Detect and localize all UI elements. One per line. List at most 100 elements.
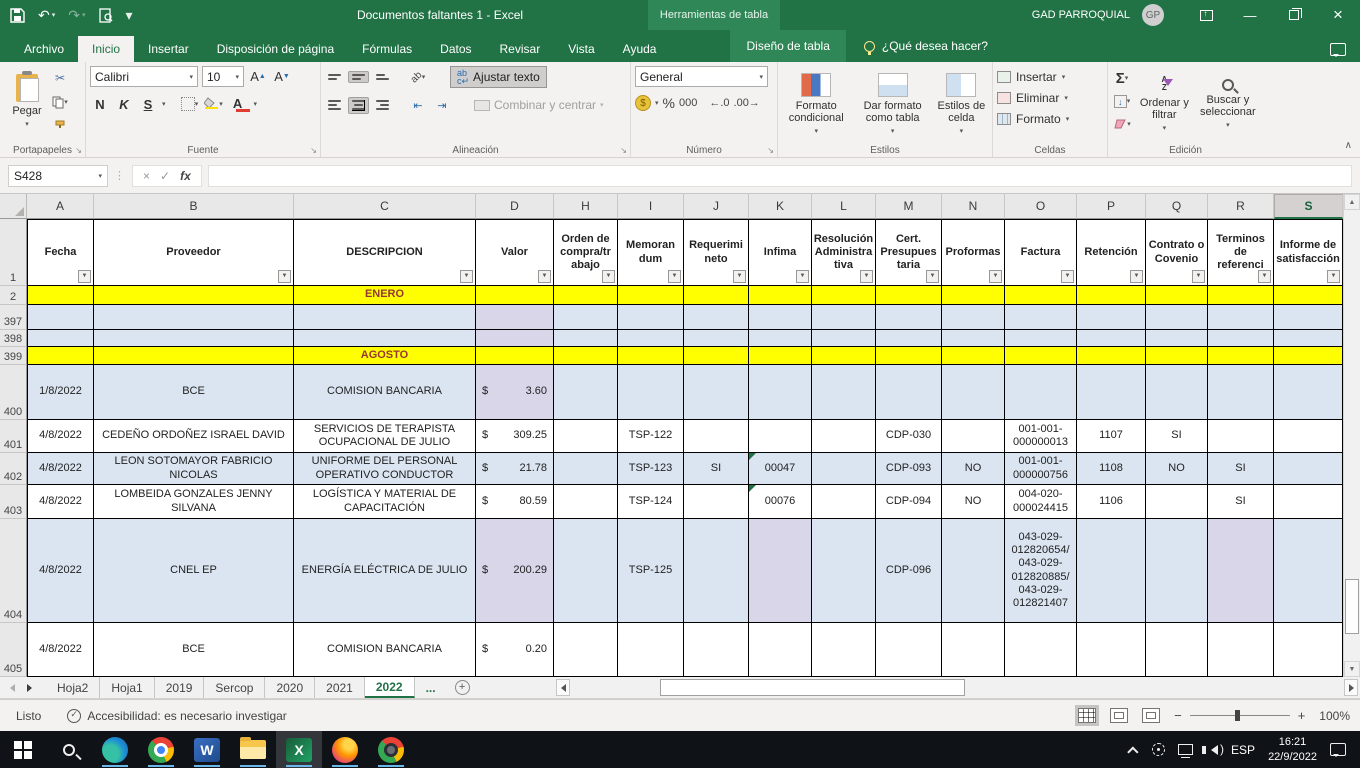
cell-M404[interactable]: CDP-096 <box>876 519 942 623</box>
redo-button[interactable]: ↷▾ <box>68 7 85 24</box>
paste-button[interactable]: Pegar▾ <box>4 66 50 136</box>
header-cell-S[interactable]: Informe de satisfacción▼ <box>1274 219 1343 286</box>
format-painter-icon[interactable] <box>50 116 70 136</box>
row-header-405[interactable]: 405 <box>0 623 27 677</box>
tab-insertar[interactable]: Insertar <box>134 36 203 62</box>
horizontal-scrollbar[interactable] <box>556 679 1358 696</box>
font-size-select[interactable]: 10▾ <box>202 66 244 87</box>
cell-N399[interactable] <box>942 347 1005 365</box>
column-header-B[interactable]: B <box>94 194 294 219</box>
cell-A398[interactable] <box>27 330 94 347</box>
cell-Q398[interactable] <box>1146 330 1208 347</box>
cell-J400[interactable] <box>684 365 749 420</box>
increase-font-icon[interactable]: A▲ <box>248 67 268 87</box>
cell-N400[interactable] <box>942 365 1005 420</box>
cell-L403[interactable] <box>812 485 876 519</box>
vertical-scrollbar[interactable]: ▲ ▼ <box>1343 194 1360 677</box>
row-header-400[interactable]: 400 <box>0 365 27 420</box>
cell-R399[interactable] <box>1208 347 1274 365</box>
cell-B403[interactable]: LOMBEIDA GONZALES JENNY SILVANA <box>94 485 294 519</box>
cell-C402[interactable]: UNIFORME DEL PERSONAL OPERATIVO CONDUCTO… <box>294 453 476 485</box>
align-top-icon[interactable] <box>325 72 344 82</box>
cell-M398[interactable] <box>876 330 942 347</box>
header-cell-A[interactable]: Fecha▼ <box>27 219 94 286</box>
cell-P404[interactable] <box>1077 519 1146 623</box>
accessibility-status[interactable]: Accesibilidad: es necesario investigar <box>67 709 286 723</box>
cell-A401[interactable]: 4/8/2022 <box>27 420 94 453</box>
sheet-tab-2021[interactable]: 2021 <box>315 677 365 698</box>
comment-icon[interactable] <box>1330 43 1346 56</box>
column-header-H[interactable]: H <box>554 194 618 219</box>
filter-dropdown-icon[interactable]: ▼ <box>989 270 1002 283</box>
filter-dropdown-icon[interactable]: ▼ <box>733 270 746 283</box>
tab-datos[interactable]: Datos <box>426 36 485 62</box>
tab-disposici-n-de-p-gina[interactable]: Disposición de página <box>203 36 348 62</box>
cell-R404[interactable] <box>1208 519 1274 623</box>
tab-archivo[interactable]: Archivo <box>10 36 78 62</box>
cell-N397[interactable] <box>942 305 1005 330</box>
cell-B404[interactable]: CNEL EP <box>94 519 294 623</box>
italic-button[interactable]: K <box>114 94 134 114</box>
decrease-font-icon[interactable]: A▼ <box>272 67 292 87</box>
cell-Q397[interactable] <box>1146 305 1208 330</box>
cell-H399[interactable] <box>554 347 618 365</box>
fill-color-icon[interactable]: ▾ <box>204 94 224 114</box>
cell-I401[interactable]: TSP-122 <box>618 420 684 453</box>
cell-O397[interactable] <box>1005 305 1077 330</box>
header-cell-J[interactable]: Requerimi neto▼ <box>684 219 749 286</box>
cell-B397[interactable] <box>94 305 294 330</box>
cell-R402[interactable]: SI <box>1208 453 1274 485</box>
undo-button[interactable]: ↶▾ <box>38 7 55 24</box>
cell-H402[interactable] <box>554 453 618 485</box>
column-header-P[interactable]: P <box>1077 194 1146 219</box>
formula-input[interactable] <box>208 165 1352 187</box>
find-select-button[interactable]: Buscar y seleccionar▾ <box>1197 66 1259 141</box>
taskbar-chrome-icon[interactable] <box>138 731 184 768</box>
tab-vista[interactable]: Vista <box>554 36 608 62</box>
filter-dropdown-icon[interactable]: ▼ <box>1130 270 1143 283</box>
tab-ayuda[interactable]: Ayuda <box>609 36 671 62</box>
cell-K400[interactable] <box>749 365 812 420</box>
filter-dropdown-icon[interactable]: ▼ <box>78 270 91 283</box>
cell-B398[interactable] <box>94 330 294 347</box>
vertical-scroll-thumb[interactable] <box>1345 579 1359 634</box>
header-cell-K[interactable]: Infima▼ <box>749 219 812 286</box>
cell-H404[interactable] <box>554 519 618 623</box>
cell-J398[interactable] <box>684 330 749 347</box>
cell-Q403[interactable] <box>1146 485 1208 519</box>
column-header-O[interactable]: O <box>1005 194 1077 219</box>
fill-button[interactable]: ↓▾ <box>1112 91 1132 111</box>
cell-S403[interactable] <box>1274 485 1343 519</box>
sheet-tab-hoja2[interactable]: Hoja2 <box>46 677 100 698</box>
tab-inicio[interactable]: Inicio <box>78 36 134 62</box>
page-layout-view-icon[interactable] <box>1110 708 1128 723</box>
cell-C401[interactable]: SERVICIOS DE TERAPISTA OCUPACIONAL DE JU… <box>294 420 476 453</box>
cell-D404[interactable]: $200.29 <box>476 519 554 623</box>
normal-view-icon[interactable] <box>1078 708 1096 723</box>
cell-I2[interactable] <box>618 286 684 305</box>
cell-C404[interactable]: ENERGÍA ELÉCTRICA DE JULIO <box>294 519 476 623</box>
number-format-select[interactable]: General▾ <box>635 66 768 87</box>
cell-P403[interactable]: 1106 <box>1077 485 1146 519</box>
cell-S2[interactable] <box>1274 286 1343 305</box>
sheet-tab-2019[interactable]: 2019 <box>155 677 205 698</box>
scroll-right-icon[interactable] <box>1344 679 1358 696</box>
cell-styles-button[interactable]: Estilos de celda▾ <box>935 66 988 141</box>
cell-Q400[interactable] <box>1146 365 1208 420</box>
taskbar-chrome-profile-icon[interactable] <box>368 731 414 768</box>
customize-qat-icon[interactable]: ▾ <box>126 7 133 24</box>
cell-D402[interactable]: $21.78 <box>476 453 554 485</box>
cell-I398[interactable] <box>618 330 684 347</box>
filter-dropdown-icon[interactable]: ▼ <box>926 270 939 283</box>
cell-S398[interactable] <box>1274 330 1343 347</box>
filter-dropdown-icon[interactable]: ▼ <box>460 270 473 283</box>
cell-R397[interactable] <box>1208 305 1274 330</box>
bold-button[interactable]: N <box>90 94 110 114</box>
cell-R398[interactable] <box>1208 330 1274 347</box>
zoom-thumb[interactable] <box>1235 710 1240 721</box>
cell-P405[interactable] <box>1077 623 1146 677</box>
cell-R405[interactable] <box>1208 623 1274 677</box>
cell-L400[interactable] <box>812 365 876 420</box>
orientation-icon[interactable]: ab▾ <box>408 67 428 87</box>
column-header-M[interactable]: M <box>876 194 942 219</box>
